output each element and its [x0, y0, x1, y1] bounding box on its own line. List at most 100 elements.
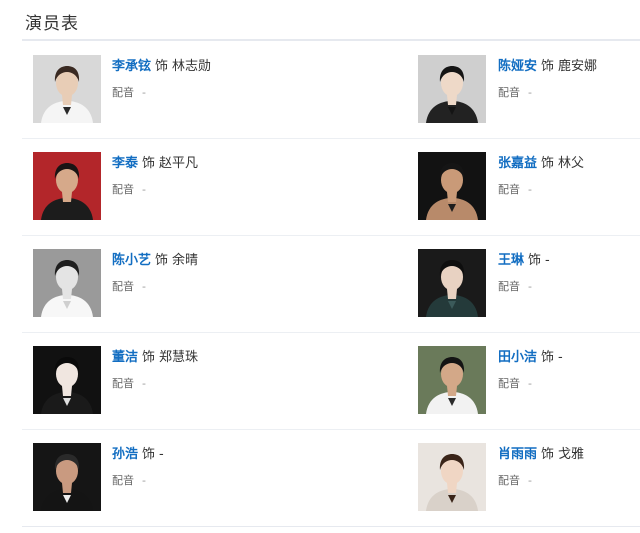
role-name: 林志勋	[172, 59, 212, 74]
name-line: 陈娅安饰鹿安娜	[498, 58, 597, 76]
dub-label: 配音	[498, 377, 520, 390]
actor-name-link[interactable]: 孙浩	[112, 447, 138, 462]
portrait-image	[33, 249, 101, 317]
dub-label: 配音	[498, 474, 520, 487]
actor-name-link[interactable]: 李泰	[112, 156, 138, 171]
dub-label: 配音	[112, 377, 134, 390]
role-prefix: 饰	[142, 156, 156, 171]
actor-name-link[interactable]: 董洁	[112, 350, 138, 365]
dub-label: 配音	[112, 280, 134, 293]
dub-value: -	[528, 183, 532, 196]
portrait-image	[418, 249, 486, 317]
cast-card: 张嘉益饰林父 配音 -	[418, 139, 640, 235]
dub-value: -	[142, 183, 146, 196]
cast-info: 李泰饰赵平凡 配音 -	[112, 155, 198, 197]
actor-name-link[interactable]: 张嘉益	[498, 156, 537, 171]
cast-grid: 李承铉饰林志勋 配音 - 陈娅安饰鹿安娜 配音 - 李泰 饰 赵平凡 配音 - …	[22, 42, 640, 527]
cast-row: 陈小艺饰余晴 配音 - 王琳饰 - 配音 -	[22, 236, 640, 333]
role-prefix: 饰	[528, 253, 542, 268]
dub-line: 配音 -	[112, 183, 198, 197]
name-line: 王琳饰 -	[498, 252, 550, 270]
dub-value: -	[142, 474, 146, 487]
dub-line: 配音 -	[498, 183, 584, 197]
dub-value: -	[142, 377, 146, 390]
cast-card: 董洁饰郑慧珠 配音 -	[22, 333, 402, 429]
name-line: 肖雨雨饰戈雅	[498, 446, 584, 464]
dub-label: 配音	[112, 474, 134, 487]
role-prefix: 饰	[541, 156, 555, 171]
dub-line: 配音 -	[112, 280, 198, 294]
role-prefix: 饰	[142, 350, 156, 365]
actor-name-link[interactable]: 王琳	[498, 253, 524, 268]
actor-name-link[interactable]: 田小洁	[498, 350, 537, 365]
cast-card: 李泰饰赵平凡 配音 -	[22, 139, 402, 235]
actor-name-link[interactable]: 陈娅安	[498, 59, 537, 74]
role-prefix: 饰	[541, 350, 555, 365]
actor-photo[interactable]	[33, 249, 101, 317]
cast-info: 陈小艺饰余晴 配音 -	[112, 252, 198, 294]
actor-photo[interactable]	[418, 152, 486, 220]
cast-info: 田小洁饰 - 配音 -	[498, 349, 563, 391]
name-line: 孙浩饰 -	[112, 446, 164, 464]
portrait-image	[418, 152, 486, 220]
portrait-image	[33, 152, 101, 220]
dub-label: 配音	[112, 183, 134, 196]
actor-name-link[interactable]: 肖雨雨	[498, 447, 537, 462]
cast-row: 李泰饰赵平凡 配音 - 张嘉益饰林父 配音 -	[22, 139, 640, 236]
actor-photo[interactable]	[418, 346, 486, 414]
cast-row: 李承铉饰林志勋 配音 - 陈娅安饰鹿安娜 配音 -	[22, 42, 640, 139]
role-name: 余晴	[172, 253, 199, 268]
role-prefix: 饰	[155, 253, 169, 268]
actor-name-link[interactable]: 陈小艺	[112, 253, 151, 268]
portrait-image	[33, 346, 101, 414]
dub-line: 配音 -	[112, 86, 211, 100]
actor-name-link[interactable]: 李承铉	[112, 59, 151, 74]
actor-photo[interactable]	[418, 443, 486, 511]
name-line: 田小洁饰 -	[498, 349, 563, 367]
actor-photo[interactable]	[33, 152, 101, 220]
role-name: -	[545, 253, 550, 268]
cast-row: 董洁饰郑慧珠 配音 - 田小洁饰 - 配音 -	[22, 333, 640, 430]
actor-photo[interactable]	[418, 55, 486, 123]
cast-info: 肖雨雨饰戈雅 配音 -	[498, 446, 584, 488]
cast-info: 陈娅安饰鹿安娜 配音 -	[498, 58, 597, 100]
name-line: 董洁饰郑慧珠	[112, 349, 198, 367]
actor-photo[interactable]	[418, 249, 486, 317]
dub-line: 配音 -	[112, 474, 164, 488]
actor-photo[interactable]	[33, 346, 101, 414]
name-line: 李承铉饰林志勋	[112, 58, 211, 76]
actor-photo[interactable]	[33, 443, 101, 511]
cast-header: 演员表	[22, 0, 640, 41]
cast-card: 田小洁饰 - 配音 -	[418, 333, 640, 429]
role-prefix: 饰	[142, 447, 156, 462]
dub-value: -	[142, 280, 146, 293]
role-name: 郑慧珠	[159, 350, 199, 365]
role-name: -	[159, 447, 164, 462]
cast-card: 陈小艺饰余晴 配音 -	[22, 236, 402, 332]
dub-label: 配音	[498, 183, 520, 196]
name-line: 张嘉益饰林父	[498, 155, 584, 173]
cast-card: 王琳饰 - 配音 -	[418, 236, 640, 332]
portrait-image	[418, 55, 486, 123]
section-title: 演员表	[25, 14, 79, 34]
role-name: 鹿安娜	[558, 59, 598, 74]
dub-value: -	[528, 474, 532, 487]
dub-line: 配音 -	[498, 474, 584, 488]
dub-value: -	[528, 377, 532, 390]
cast-info: 王琳饰 - 配音 -	[498, 252, 550, 294]
actor-photo[interactable]	[33, 55, 101, 123]
dub-line: 配音 -	[498, 280, 550, 294]
name-line: 陈小艺饰余晴	[112, 252, 198, 270]
role-name: -	[558, 350, 563, 365]
dub-label: 配音	[498, 86, 520, 99]
dub-value: -	[528, 280, 532, 293]
name-line: 李泰饰赵平凡	[112, 155, 198, 173]
cast-info: 李承铉饰林志勋 配音 -	[112, 58, 211, 100]
dub-value: -	[142, 86, 146, 99]
role-name: 林父	[558, 156, 585, 171]
cast-card: 孙浩饰 - 配音 -	[22, 430, 402, 526]
dub-label: 配音	[498, 280, 520, 293]
role-prefix: 饰	[541, 59, 555, 74]
dub-value: -	[528, 86, 532, 99]
dub-line: 配音 -	[498, 377, 563, 391]
